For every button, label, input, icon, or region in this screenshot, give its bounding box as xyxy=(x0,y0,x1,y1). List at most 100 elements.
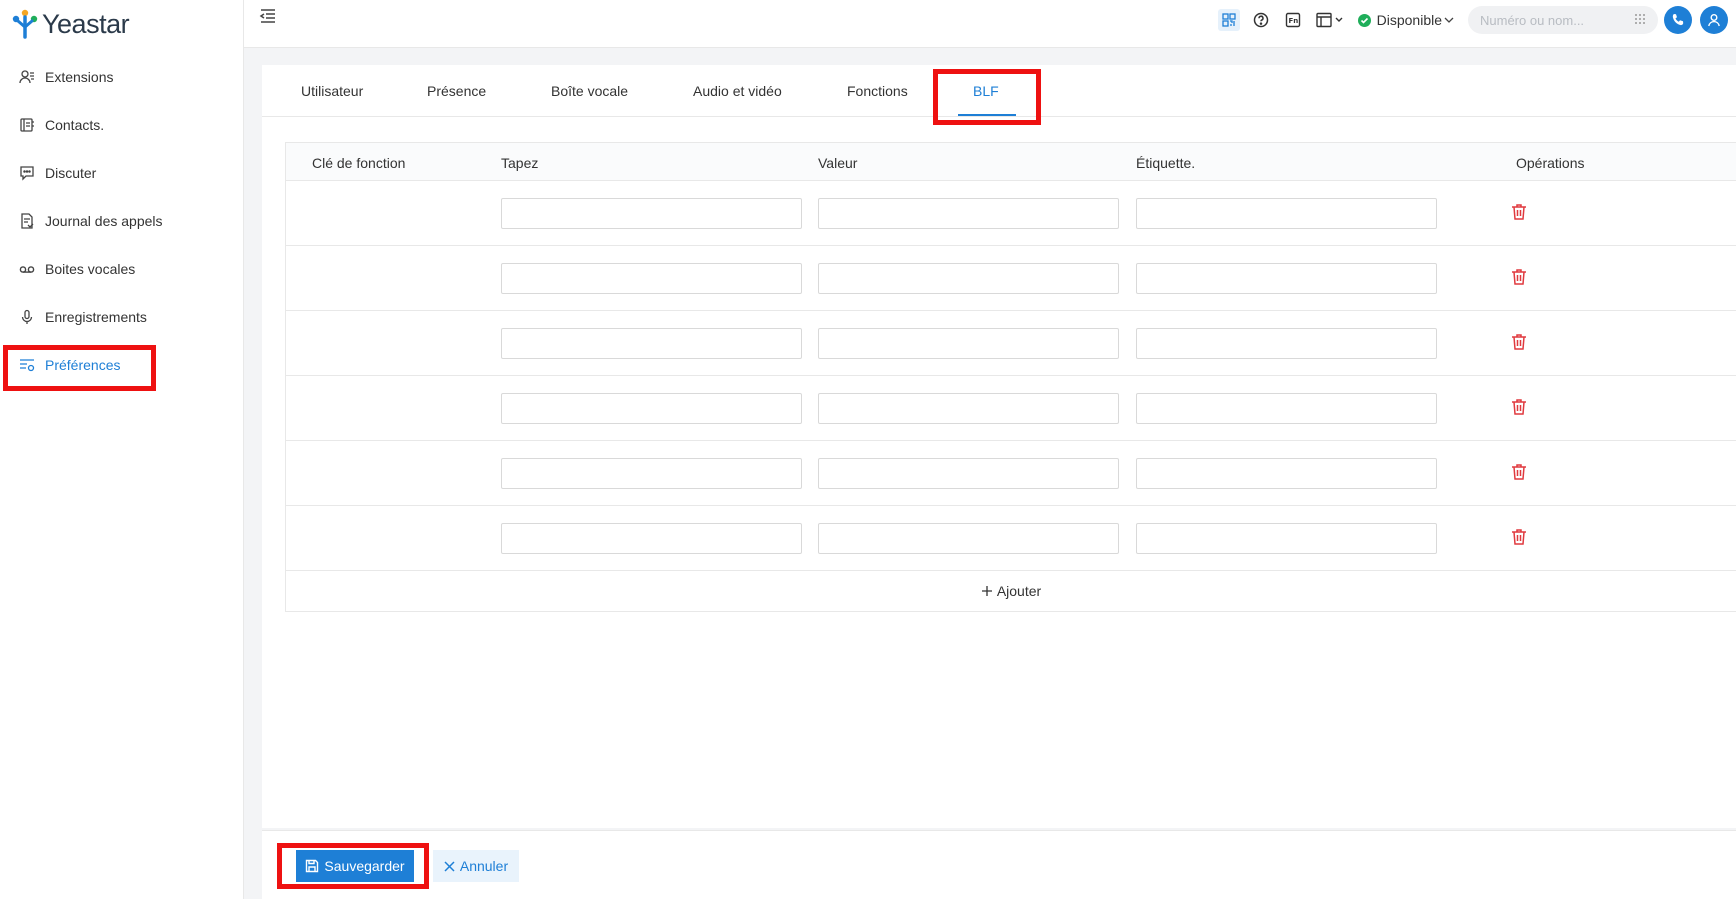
contacts-book-icon xyxy=(18,116,36,134)
tab-audio-video[interactable]: Audio et vidéo xyxy=(693,83,782,99)
table-row xyxy=(286,441,1736,506)
sidebar-item-recordings[interactable]: Enregistrements xyxy=(0,293,243,341)
value-input[interactable] xyxy=(818,393,1119,424)
form-footer: Sauvegarder Annuler xyxy=(262,830,1736,899)
chat-icon xyxy=(18,164,36,182)
top-bar: Fn Disponible xyxy=(244,0,1736,48)
cancel-button[interactable]: Annuler xyxy=(433,850,519,882)
close-icon xyxy=(444,860,455,872)
preferences-tabs: Utilisateur Présence Boîte vocale Audio … xyxy=(262,65,1736,117)
sidebar-item-label: Contacts. xyxy=(45,117,105,133)
column-header-operations: Opérations xyxy=(1516,155,1585,171)
delete-row-icon[interactable] xyxy=(1511,333,1529,353)
sidebar-item-preferences[interactable]: Préférences xyxy=(0,341,243,389)
window-layout-icon[interactable] xyxy=(1314,9,1348,31)
tab-user[interactable]: Utilisateur xyxy=(301,83,363,99)
microphone-icon xyxy=(18,308,36,326)
label-input[interactable] xyxy=(1136,198,1437,229)
delete-row-icon[interactable] xyxy=(1511,268,1529,288)
blf-settings-card: Utilisateur Présence Boîte vocale Audio … xyxy=(262,65,1736,828)
label-input[interactable] xyxy=(1136,263,1437,294)
save-button[interactable]: Sauvegarder xyxy=(296,850,414,882)
type-select[interactable] xyxy=(501,523,802,554)
save-icon xyxy=(306,859,319,873)
app-name: Yeastar xyxy=(42,8,130,39)
table-body xyxy=(286,181,1736,571)
app-logo[interactable]: Yeastar xyxy=(12,6,130,42)
sidebar-item-label: Boites vocales xyxy=(45,261,136,277)
label-input[interactable] xyxy=(1136,523,1437,554)
value-input[interactable] xyxy=(818,263,1119,294)
label-input[interactable] xyxy=(1136,393,1437,424)
dialpad-icon[interactable] xyxy=(1634,13,1646,30)
tab-voicemail[interactable]: Boîte vocale xyxy=(551,83,628,99)
dial-search-box xyxy=(1468,6,1658,34)
sidebar-item-extensions[interactable]: Extensions xyxy=(0,53,243,101)
value-input[interactable] xyxy=(818,328,1119,359)
call-log-icon xyxy=(18,212,36,230)
table-row xyxy=(286,181,1736,246)
sidebar-item-label: Journal des appels xyxy=(45,213,163,229)
phone-icon xyxy=(1672,14,1684,26)
value-input[interactable] xyxy=(818,523,1119,554)
delete-row-icon[interactable] xyxy=(1511,463,1529,483)
tab-presence[interactable]: Présence xyxy=(427,83,486,99)
svg-text:Fn: Fn xyxy=(1288,17,1298,25)
column-header-type: Tapez xyxy=(501,155,539,171)
table-row xyxy=(286,506,1736,571)
sidebar-item-label: Extensions xyxy=(45,69,114,85)
help-icon[interactable] xyxy=(1250,9,1272,31)
add-row-label: Ajouter xyxy=(996,583,1042,599)
table-row xyxy=(286,376,1736,441)
presence-status-dropdown[interactable]: Disponible xyxy=(1357,12,1454,28)
sidebar-item-chat[interactable]: Discuter xyxy=(0,149,243,197)
plus-icon xyxy=(981,586,992,596)
call-button[interactable] xyxy=(1664,6,1692,34)
voicemail-icon xyxy=(18,260,36,278)
column-header-label: Étiquette. xyxy=(1136,155,1196,171)
user-avatar[interactable] xyxy=(1700,6,1728,34)
delete-row-icon[interactable] xyxy=(1511,203,1529,223)
sidebar-item-label: Préférences xyxy=(45,357,121,373)
preferences-icon xyxy=(18,356,36,374)
type-select[interactable] xyxy=(501,263,802,294)
chevron-down-icon xyxy=(1444,17,1454,23)
add-row-button[interactable]: Ajouter xyxy=(286,571,1736,611)
dial-search-input[interactable] xyxy=(1480,12,1620,28)
user-list-icon xyxy=(18,68,36,86)
delete-row-icon[interactable] xyxy=(1511,398,1529,418)
sidebar-item-contacts[interactable]: Contacts. xyxy=(0,101,243,149)
value-input[interactable] xyxy=(818,458,1119,489)
active-tab-indicator xyxy=(958,114,1016,116)
label-input[interactable] xyxy=(1136,458,1437,489)
column-header-value: Valeur xyxy=(818,155,858,171)
top-bar-actions: Fn Disponible xyxy=(1217,0,1736,40)
type-select[interactable] xyxy=(501,328,802,359)
sidebar-item-label: Enregistrements xyxy=(45,309,147,325)
label-input[interactable] xyxy=(1136,328,1437,359)
sidebar-nav: Extensions Contacts. Discuter Journal de… xyxy=(0,53,243,389)
status-label: Disponible xyxy=(1376,12,1442,28)
blf-table: Clé de fonction Tapez Valeur Étiquette. … xyxy=(285,142,1736,612)
table-header: Clé de fonction Tapez Valeur Étiquette. … xyxy=(286,143,1736,181)
table-row xyxy=(286,311,1736,376)
sidebar-item-call-log[interactable]: Journal des appels xyxy=(0,197,243,245)
value-input[interactable] xyxy=(818,198,1119,229)
sidebar-item-label: Discuter xyxy=(45,165,97,181)
available-status-icon xyxy=(1357,13,1371,27)
type-select[interactable] xyxy=(501,198,802,229)
save-button-label: Sauvegarder xyxy=(324,858,405,874)
delete-row-icon[interactable] xyxy=(1511,528,1529,548)
column-header-function-key: Clé de fonction xyxy=(312,155,406,171)
sidebar: Yeastar Extensions Contacts. Discuter Jo… xyxy=(0,0,244,899)
function-keys-icon[interactable]: Fn xyxy=(1282,9,1304,31)
table-row xyxy=(286,246,1736,311)
type-select[interactable] xyxy=(501,458,802,489)
qr-code-icon[interactable] xyxy=(1217,9,1240,31)
sidebar-item-voicemail[interactable]: Boites vocales xyxy=(0,245,243,293)
tab-functions[interactable]: Fonctions xyxy=(847,83,908,99)
collapse-sidebar-icon[interactable] xyxy=(259,8,279,26)
type-select[interactable] xyxy=(501,393,802,424)
tab-blf[interactable]: BLF xyxy=(973,83,999,99)
user-icon xyxy=(1708,14,1720,27)
